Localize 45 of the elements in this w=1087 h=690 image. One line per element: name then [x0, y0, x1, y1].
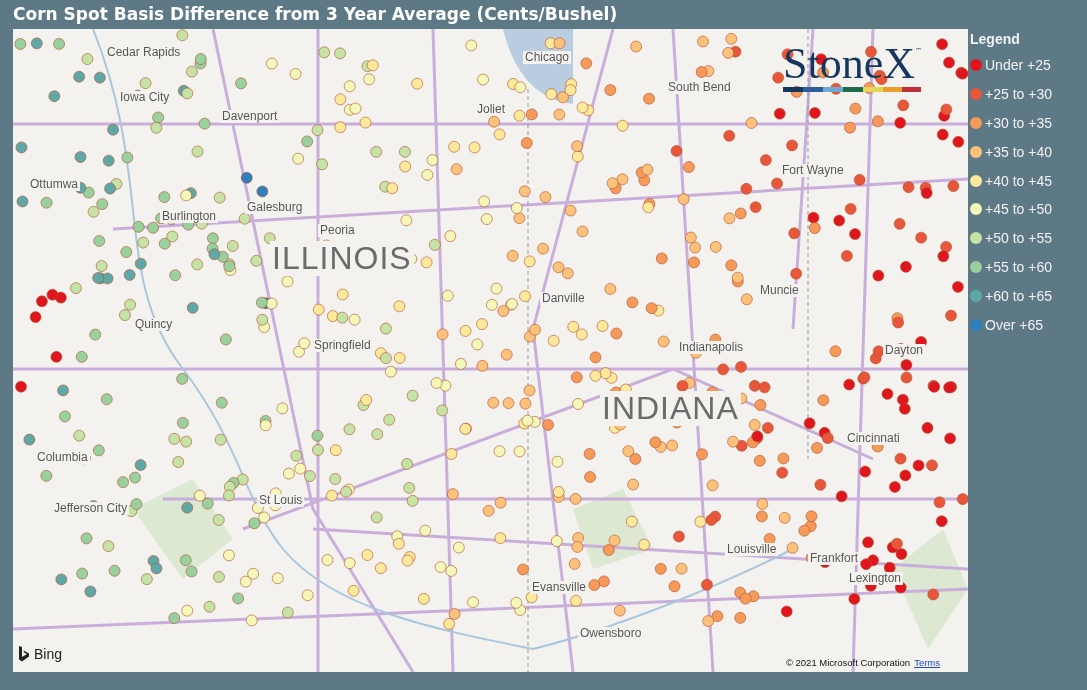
city-label: Joliet — [475, 103, 507, 117]
city-label: South Bend — [666, 81, 733, 95]
city-label: Cedar Rapids — [105, 46, 183, 60]
terms-link[interactable]: Terms — [914, 657, 940, 668]
legend-label: +40 to +45 — [985, 172, 1052, 189]
legend-label: +55 to +60 — [985, 258, 1052, 275]
legend-label: Under +25 — [985, 57, 1051, 74]
legend-title: Legend — [970, 31, 1021, 49]
city-label: Columbia — [35, 451, 90, 465]
city-label: Iowa City — [118, 91, 172, 105]
city-label: Owensboro — [578, 627, 644, 641]
chart-title: Corn Spot Basis Difference from 3 Year Average (Cents/Bushel) — [12, 3, 619, 26]
city-label: Muncie — [758, 284, 801, 298]
legend-label: +60 to +65 — [985, 287, 1052, 304]
copyright-text: © 2021 Microsoft Corporation — [785, 657, 911, 668]
city-label: Burlington — [160, 210, 219, 224]
provider-name: Bing — [34, 646, 63, 662]
legend-label: Over +65 — [985, 316, 1043, 333]
state-label: ILLINOIS — [270, 241, 414, 277]
city-label: Dayton — [883, 344, 926, 358]
legend-label: +25 to +30 — [985, 86, 1052, 103]
city-label: Lexington — [847, 572, 904, 586]
bing-logo-icon — [18, 646, 30, 662]
city-label: Indianapolis — [677, 341, 746, 355]
city-label: Chicago — [523, 51, 572, 65]
city-label: St Louis — [257, 494, 305, 508]
city-label: Fort Wayne — [780, 164, 846, 178]
city-label: Louisville — [725, 543, 779, 557]
city-label: Jefferson City — [52, 502, 130, 516]
legend-label: +45 to +50 — [985, 201, 1052, 218]
city-label: Davenport — [220, 110, 280, 124]
city-label: Springfield — [312, 339, 373, 353]
city-label: Evansville — [530, 581, 589, 595]
city-label: Danville — [540, 292, 587, 306]
city-label: Cincinnati — [845, 432, 902, 446]
legend-label: +50 to +55 — [985, 230, 1052, 247]
city-label: Quincy — [133, 318, 175, 332]
legend-label: +30 to +35 — [985, 115, 1052, 131]
state-label: INDIANA — [600, 391, 741, 427]
legend-label: +35 to +40 — [985, 143, 1052, 160]
color-stripe-icon — [783, 87, 921, 92]
city-label: Peoria — [318, 224, 357, 238]
city-label: Ottumwa — [28, 178, 80, 192]
city-label: Galesburg — [245, 201, 305, 215]
city-label: Frankfort — [808, 552, 860, 566]
